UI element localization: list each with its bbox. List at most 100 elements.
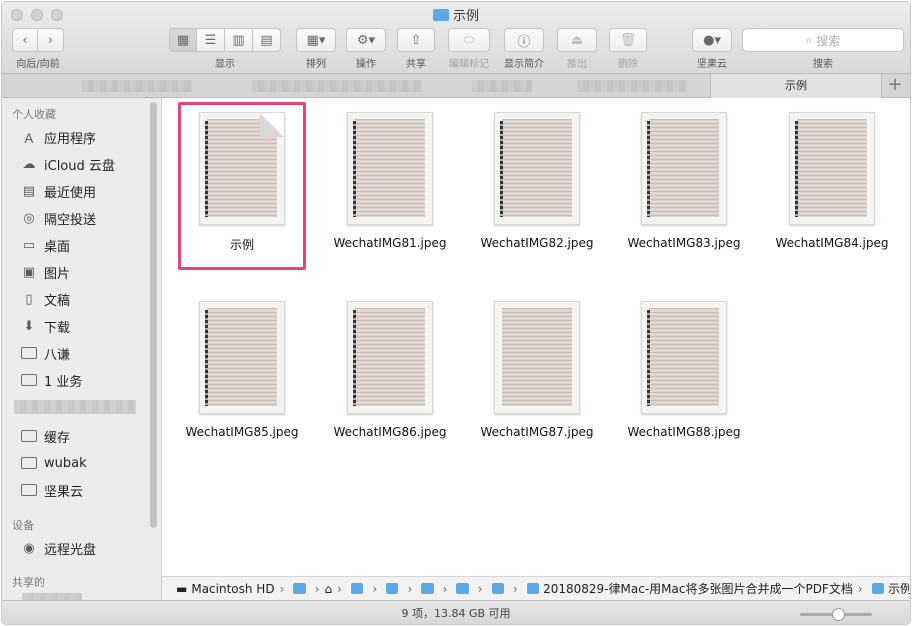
share-icon: ⇧	[410, 32, 422, 48]
pictures-icon: ▣	[22, 264, 36, 280]
file-name: WechatIMG84.jpeg	[775, 236, 889, 250]
path-folder-long[interactable]: 20180829-律Mac-用Mac将多张图片合并成一个PDF文档	[543, 580, 853, 597]
sidebar: 个人收藏 Ａ 应用程序 ☁ iCloud 云盘 ▤ 最近使用 ◎ 隔空投送 ▭ 桌面 ▣ 图…	[2, 98, 162, 604]
sidebar-item-desktop[interactable]: ▭ 桌面	[20, 234, 70, 256]
icon-view-button[interactable]: ▦	[169, 28, 197, 52]
folder-icon	[20, 372, 38, 388]
folder-icon	[20, 482, 38, 498]
tags-button[interactable]: ⬭	[448, 28, 490, 52]
sidebar-item-remote-disc[interactable]: ◉ 远程光盘	[20, 537, 96, 559]
sidebar-item-baqian[interactable]: 八谦	[20, 342, 70, 364]
action-label: 操作	[356, 59, 376, 70]
finder-window: 示例 ‹ › 向后/向前 ▦ ☰ ▥ ▤ 显示 ▦▾ 排列 ⚙▾ 操作 ⇧ 共享…	[1, 1, 911, 625]
file-item[interactable]: WechatIMG83.jpeg	[619, 112, 749, 262]
tags-group: ⬭	[448, 28, 490, 52]
eject-icon: ⏏	[570, 32, 584, 48]
path-folder[interactable]	[456, 583, 469, 594]
path-current[interactable]: 示例	[888, 580, 910, 597]
folder-icon	[871, 583, 884, 594]
recents-icon: ▤	[22, 183, 36, 199]
sidebar-item-downloads[interactable]: ⬇ 下载	[20, 315, 70, 337]
path-disk[interactable]: Macintosh HD	[191, 582, 274, 596]
status-text: 9 项，13.84 GB 可用	[401, 607, 511, 620]
path-separator: ›	[442, 581, 448, 596]
shared-heading: 共享的	[12, 576, 45, 589]
arrange-group: ▦▾	[296, 28, 336, 52]
image-thumbnail	[347, 301, 433, 414]
info-group: ⓘ	[504, 28, 544, 52]
home-icon[interactable]: ⌂	[325, 582, 333, 596]
file-item[interactable]: WechatIMG82.jpeg	[472, 112, 602, 262]
file-item[interactable]: WechatIMG81.jpeg	[325, 112, 455, 262]
file-item[interactable]: WechatIMG85.jpeg	[177, 301, 307, 451]
file-item[interactable]: WechatIMG86.jpeg	[325, 301, 455, 451]
back-button[interactable]: ‹	[12, 28, 38, 52]
sidebar-item-documents[interactable]: ▯ 文稿	[20, 288, 70, 310]
delete-group: 🗑	[609, 28, 647, 52]
sidebar-item-applications[interactable]: Ａ 应用程序	[20, 126, 96, 148]
search-input[interactable]: ⌕ 搜索	[742, 28, 904, 52]
sidebar-item-wubak[interactable]: wubak	[20, 452, 87, 474]
jianguoyun-button[interactable]: ●▾	[692, 28, 732, 52]
sidebar-item-business[interactable]: 1 业务	[20, 369, 82, 391]
chevron-right-icon: ›	[47, 32, 54, 48]
sidebar-item-cache[interactable]: 缓存	[20, 425, 70, 447]
documents-icon: ▯	[25, 291, 33, 307]
share-group: ⇧	[397, 28, 435, 52]
file-item[interactable]: WechatIMG88.jpeg	[619, 301, 749, 451]
image-thumbnail	[641, 112, 727, 225]
file-item[interactable]: WechatIMG87.jpeg	[472, 301, 602, 451]
search-icon: ⌕	[805, 32, 813, 47]
arrange-icon: ▦▾	[306, 32, 326, 48]
file-item-shili[interactable]: 示例	[177, 112, 307, 262]
blurred-tab[interactable]	[252, 80, 422, 92]
column-view-button[interactable]: ▥	[225, 28, 253, 52]
path-separator: ›	[512, 581, 518, 596]
action-button[interactable]: ⚙▾	[346, 28, 386, 52]
airdrop-icon: ◎	[23, 210, 35, 226]
tab-bar: 示例 +	[2, 74, 910, 98]
file-name: 示例	[229, 238, 254, 252]
path-separator: ›	[279, 581, 285, 596]
folder-icon	[432, 9, 449, 21]
eject-button[interactable]: ⏏	[557, 28, 597, 52]
delete-button[interactable]: 🗑	[609, 28, 647, 52]
path-folder[interactable]	[350, 583, 364, 594]
folder-icon	[526, 583, 540, 594]
new-tab-button[interactable]: +	[880, 74, 910, 98]
sidebar-item-icloud[interactable]: ☁ iCloud 云盘	[20, 153, 115, 175]
icon-size-slider[interactable]	[800, 608, 872, 621]
image-thumbnail	[641, 301, 727, 414]
sidebar-item-jianguoyun[interactable]: 坚果云	[20, 479, 83, 501]
sidebar-item-pictures[interactable]: ▣ 图片	[20, 261, 70, 283]
gallery-view-button[interactable]: ▤	[253, 28, 281, 52]
blurred-tab[interactable]	[82, 80, 192, 92]
sidebar-scrollbar[interactable]	[150, 102, 157, 528]
applications-icon: Ａ	[22, 131, 36, 147]
forward-button[interactable]: ›	[38, 28, 64, 52]
blurred-tab[interactable]	[577, 80, 687, 92]
info-icon: ⓘ	[517, 34, 531, 50]
tab-current[interactable]: 示例	[710, 74, 882, 98]
slider-knob[interactable]	[832, 608, 845, 621]
arrange-button[interactable]: ▦▾	[296, 28, 336, 52]
file-item[interactable]: WechatIMG84.jpeg	[767, 112, 897, 262]
path-folder[interactable]	[421, 583, 434, 594]
path-separator: ›	[314, 581, 320, 596]
blurred-sidebar-item[interactable]	[14, 400, 136, 414]
blurred-tab[interactable]	[472, 80, 532, 92]
downloads-icon: ⬇	[23, 318, 35, 334]
path-folder[interactable]	[293, 583, 306, 594]
sidebar-item-airdrop[interactable]: ◎ 隔空投送	[20, 207, 96, 229]
share-button[interactable]: ⇧	[397, 28, 435, 52]
path-folder[interactable]	[491, 583, 504, 594]
path-separator: ›	[857, 581, 863, 596]
search-placeholder: 搜索	[816, 33, 841, 48]
info-button[interactable]: ⓘ	[504, 28, 544, 52]
view-label: 显示	[215, 59, 235, 70]
list-view-button[interactable]: ☰	[197, 28, 225, 52]
folder-icon	[20, 428, 38, 444]
sidebar-item-recents[interactable]: ▤ 最近使用	[20, 180, 96, 202]
path-folder[interactable]	[386, 583, 399, 594]
folder-icon	[20, 345, 38, 361]
